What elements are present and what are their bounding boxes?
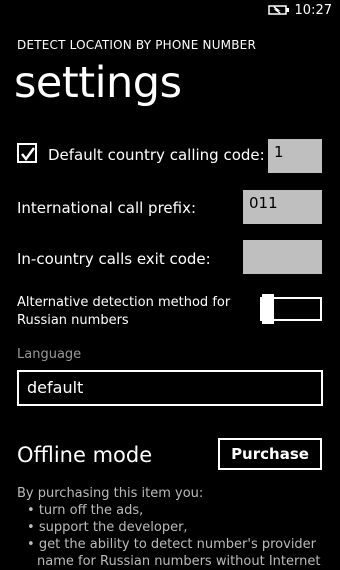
language-picker[interactable]: default [17, 370, 323, 406]
battery-icon [268, 5, 290, 15]
offline-description: By purchasing this item you: turn off th… [17, 485, 337, 570]
offline-bullets: turn off the ads, support the developer,… [17, 502, 337, 570]
app-title: DETECT LOCATION BY PHONE NUMBER [17, 38, 256, 52]
page-title: settings [14, 58, 182, 108]
default-country-label: Default country calling code: [48, 146, 265, 164]
default-country-checkbox[interactable] [17, 143, 37, 163]
alternative-detection-label-line2: Russian numbers [17, 313, 129, 328]
list-item: get the ability to detect number's provi… [27, 536, 337, 553]
language-label: Language [17, 347, 82, 362]
international-prefix-label: International call prefix: [17, 199, 197, 217]
international-prefix-input[interactable]: 011 [243, 190, 322, 224]
purchase-button[interactable]: Purchase [218, 438, 322, 470]
in-country-exit-input[interactable] [243, 240, 322, 274]
toggle-thumb[interactable] [262, 294, 274, 324]
in-country-exit-label: In-country calls exit code: [17, 250, 211, 268]
list-item: support the developer, [27, 519, 337, 536]
offline-mode-title: Offline mode [17, 443, 153, 467]
list-item: name for Russian numbers without Interne… [37, 554, 321, 569]
alternative-detection-label: Alternative detection method for Russian… [17, 294, 230, 330]
checkmark-icon [21, 147, 36, 162]
default-country-input[interactable]: 1 [268, 139, 322, 173]
status-time: 10:27 [294, 3, 332, 18]
alternative-detection-label-line1: Alternative detection method for [17, 295, 231, 310]
offline-intro: By purchasing this item you: [17, 486, 204, 501]
list-item: turn off the ads, [27, 502, 337, 519]
